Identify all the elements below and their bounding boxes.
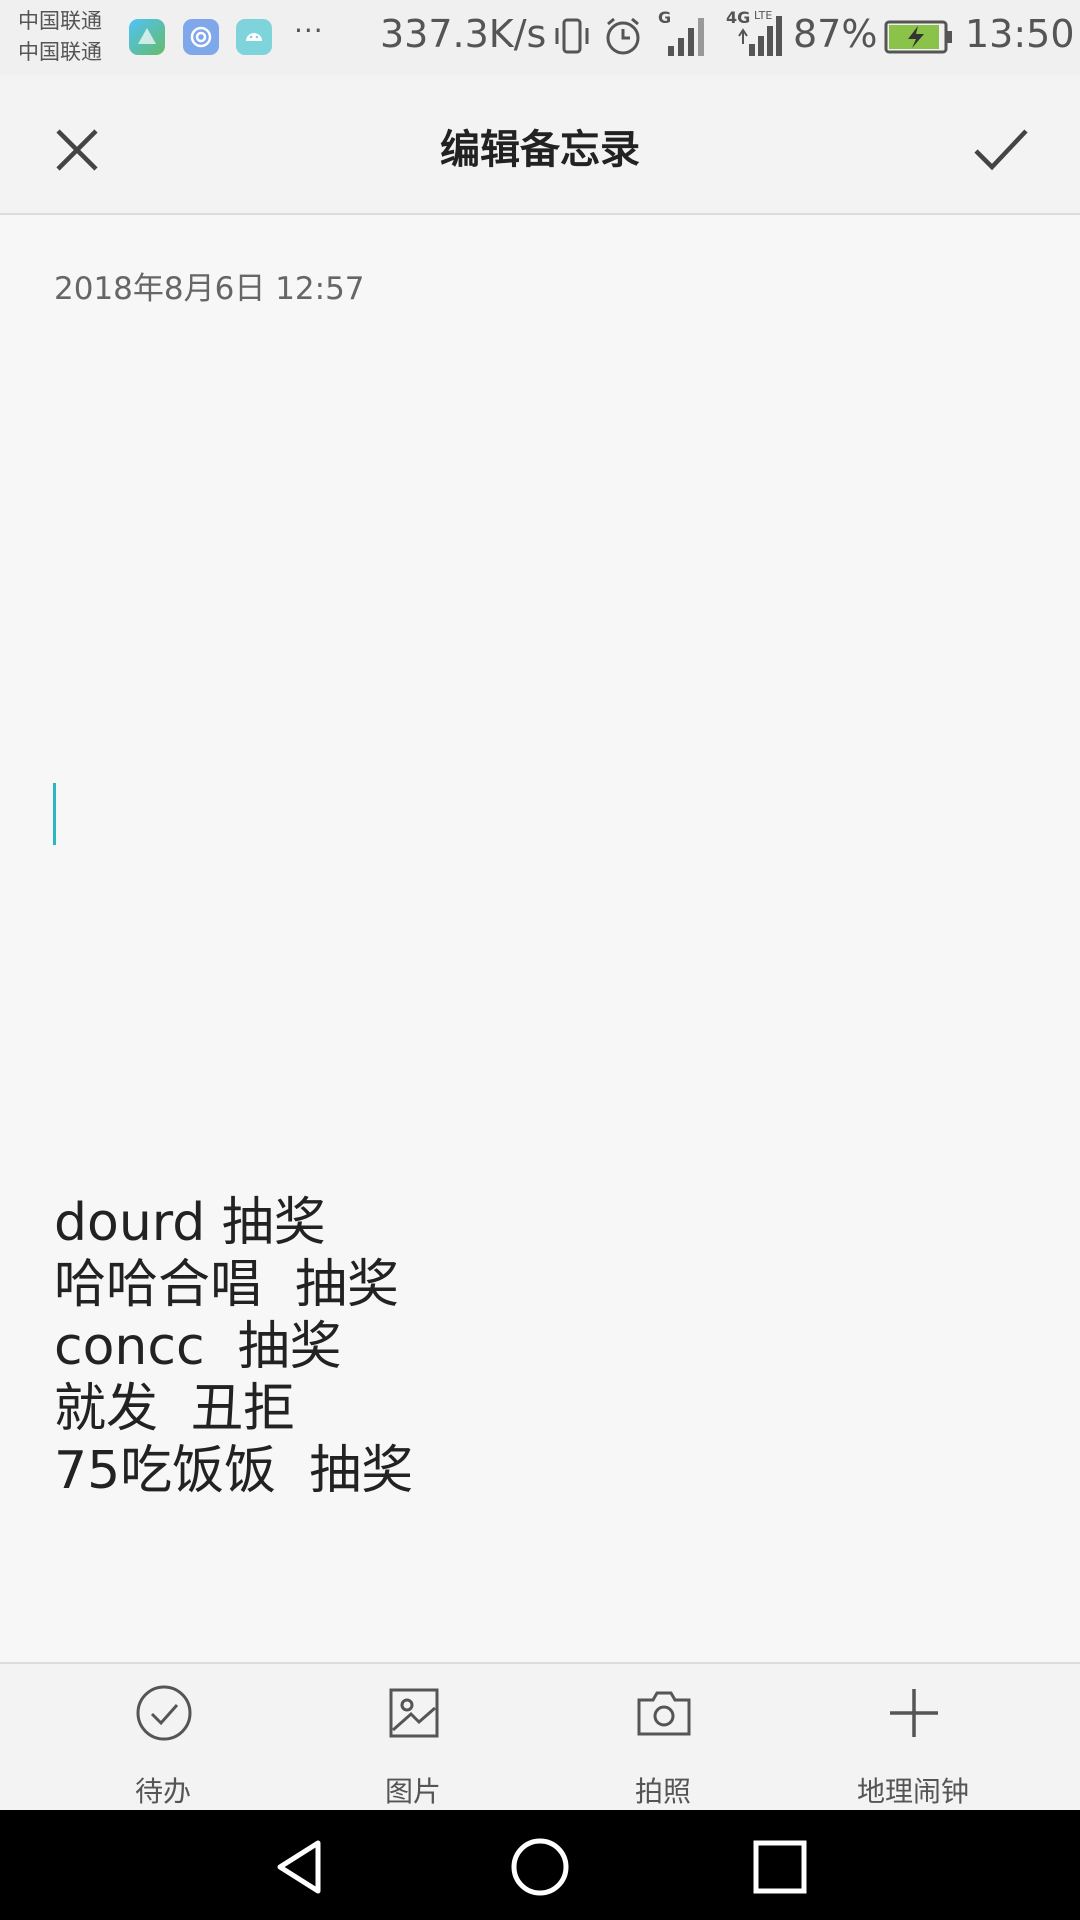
signal-strength-icon-1 (668, 18, 704, 56)
signal-strength-icon-2 (738, 16, 782, 56)
check-icon (974, 129, 1028, 171)
title-toolbar: 编辑备忘录 (0, 75, 1080, 215)
memo-line[interactable]: dourd 抽奖 (54, 1192, 413, 1254)
alarm-icon (606, 17, 640, 55)
more-notifications-icon: ··· (294, 14, 324, 47)
battery-percent: 87% (793, 12, 878, 56)
camera-icon (637, 1691, 691, 1736)
back-icon[interactable] (268, 1835, 332, 1899)
bottom-action-bar: 待办 图片 拍照 地理闹钟 (0, 1662, 1080, 1810)
page-title: 编辑备忘录 (440, 127, 640, 173)
clock: 13:50 (965, 12, 1075, 56)
todo-button[interactable]: 待办 (38, 1664, 288, 1812)
camera-button[interactable]: 拍照 (538, 1664, 788, 1812)
screen: 中国联通 中国联通 ··· 337.3K/s G 4G LTE 87% 13:5… (0, 0, 1080, 1920)
swirl-app-icon (183, 19, 219, 55)
app-notification-icon (129, 19, 165, 55)
network-speed: 337.3K/s (380, 12, 547, 56)
todo-check-icon (136, 1685, 192, 1741)
memo-content[interactable]: dourd 抽奖 哈哈合唱 抽奖 concc 抽奖 就发 丑拒 75吃饭饭 抽奖 (54, 1192, 413, 1502)
android-icon (236, 19, 272, 55)
image-button[interactable]: 图片 (288, 1664, 538, 1812)
recent-apps-icon[interactable] (748, 1835, 812, 1899)
home-icon[interactable] (508, 1835, 572, 1899)
carrier-1: 中国联通 (18, 9, 102, 33)
confirm-button[interactable] (966, 115, 1036, 185)
todo-label: 待办 (134, 1775, 191, 1808)
memo-editor[interactable]: 2018年8月6日 12:57 dourd 抽奖 哈哈合唱 抽奖 concc 抽… (0, 217, 1080, 1662)
text-caret (53, 783, 56, 845)
camera-label: 拍照 (634, 1775, 691, 1808)
memo-line[interactable]: concc 抽奖 (54, 1316, 413, 1378)
navigation-bar (0, 1810, 1080, 1920)
geo-alarm-button[interactable]: 地理闹钟 (788, 1664, 1038, 1812)
image-icon (389, 1688, 439, 1738)
plus-icon (890, 1689, 938, 1737)
memo-line[interactable]: 75吃饭饭 抽奖 (54, 1440, 413, 1502)
geo-alarm-label: 地理闹钟 (856, 1775, 969, 1808)
vibrate-icon (555, 18, 589, 54)
status-bar: 中国联通 中国联通 ··· 337.3K/s G 4G LTE 87% 13:5… (0, 0, 1080, 75)
carrier-info: 中国联通 中国联通 (18, 6, 102, 68)
carrier-2: 中国联通 (18, 40, 102, 64)
battery-charging-icon (884, 20, 952, 54)
image-label: 图片 (384, 1775, 441, 1808)
memo-line[interactable]: 就发 丑拒 (54, 1378, 413, 1440)
memo-line[interactable]: 哈哈合唱 抽奖 (54, 1254, 413, 1316)
memo-date: 2018年8月6日 12:57 (54, 271, 365, 307)
